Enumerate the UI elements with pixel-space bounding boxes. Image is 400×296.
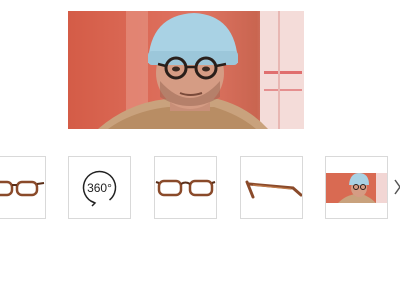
thumbnail-model-photo[interactable] [325, 156, 388, 219]
rotate-360-icon: 360° [82, 170, 117, 207]
glasses-front-icon [0, 180, 45, 197]
main-product-photo[interactable] [68, 11, 304, 129]
person-wearing-glasses-photo [68, 11, 304, 129]
glasses-side-icon [245, 180, 302, 199]
glasses-front-icon [155, 179, 216, 197]
thumbnail-360-view[interactable]: 360° [68, 156, 131, 219]
next-thumbnail-button[interactable] [394, 178, 400, 196]
product-gallery: 360° [0, 0, 400, 296]
360-label: 360° [87, 181, 112, 195]
thumbnail-glasses-front-partial[interactable] [0, 156, 46, 219]
thumbnail-glasses-front[interactable] [154, 156, 217, 219]
chevron-right-icon [394, 179, 400, 195]
thumbnail-glasses-side[interactable] [240, 156, 303, 219]
person-photo-icon [326, 173, 387, 203]
